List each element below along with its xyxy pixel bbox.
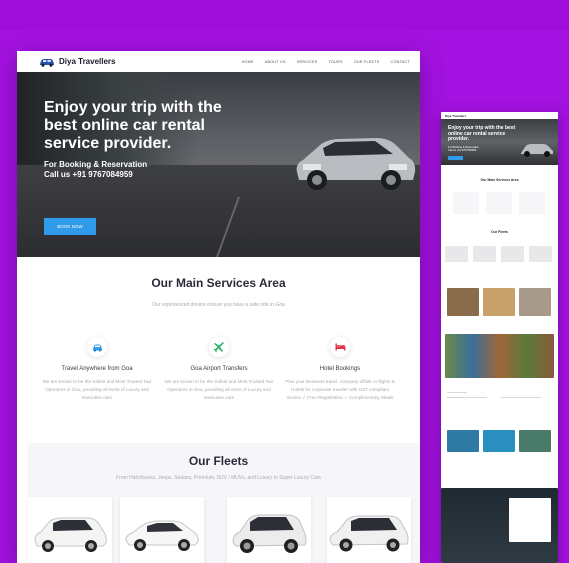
side-places-gallery — [445, 334, 554, 378]
services-title: Our Main Services Area — [151, 276, 286, 290]
side-service-card — [453, 192, 479, 214]
side-brand-name: Diya Travellers — [445, 113, 467, 118]
side-fleet-card — [501, 246, 524, 262]
side-fleets-title: Our Fleets — [491, 230, 508, 234]
bed-icon — [330, 337, 350, 357]
fleets-title: Our Fleets — [188, 454, 249, 468]
hero-banner: Enjoy your trip with the best online car… — [17, 72, 420, 257]
book-now-button[interactable]: BOOK NOW — [44, 218, 96, 235]
service-name: Travel Anywhere from Goa — [61, 366, 133, 372]
brand-logo[interactable]: Diya Travellers — [39, 57, 115, 67]
side-fleet-card — [473, 246, 496, 262]
fleet-card-ecosport[interactable] — [227, 497, 311, 563]
website-preview: Diya Travellers HOME ABOUT US SERVICES T… — [17, 51, 420, 563]
side-tour-photo — [447, 430, 479, 452]
side-hero-contact: For Booking & Reservation Call us +91 97… — [448, 146, 479, 152]
car-icon — [87, 337, 107, 357]
hero-headline: Enjoy your trip with the best online car… — [44, 99, 222, 152]
menu-contact[interactable]: CONTACT — [391, 60, 410, 64]
top-nav: Diya Travellers HOME ABOUT US SERVICES T… — [17, 51, 420, 72]
side-book-button[interactable] — [448, 156, 463, 160]
hero-contact: For Booking & Reservation Call us +91 97… — [44, 160, 147, 180]
side-fleet-card — [529, 246, 552, 262]
menu-home[interactable]: HOME — [242, 60, 254, 64]
background-top-strip — [0, 0, 569, 30]
menu-tours[interactable]: TOURS — [328, 60, 342, 64]
side-hero-car — [521, 144, 553, 157]
side-service-card — [486, 192, 512, 214]
side-hotel-photo — [519, 288, 551, 316]
fleets-subtitle: From Hatchbacks, Jeeps, Sedans, Premium,… — [116, 475, 321, 481]
side-tour-photo — [519, 430, 551, 452]
service-desc: We are known to be the Safest and Most T… — [42, 379, 152, 400]
fleet-card-tigor[interactable] — [120, 497, 204, 563]
service-card-hotel[interactable]: Hotel Bookings Plan your Business travel… — [285, 337, 395, 402]
suv-car-image — [232, 514, 307, 553]
side-tour-photo — [483, 430, 515, 452]
airplane-icon — [209, 337, 229, 357]
side-phone-line: Call us +91 9767084959 — [448, 149, 477, 152]
menu-fleets[interactable]: OUR FLEETS — [354, 60, 380, 64]
fleet-card-innova[interactable] — [327, 497, 411, 563]
services-subtitle: Our experienced drivers ensure you have … — [152, 302, 285, 308]
full-page-preview: Diya Travellers Enjoy your trip with the… — [441, 112, 558, 563]
phone-line[interactable]: Call us +91 9767084959 — [44, 170, 147, 180]
fleet-card-ertiga[interactable] — [28, 497, 112, 563]
side-hotel-photo — [483, 288, 515, 316]
mpv-car-image — [34, 517, 107, 552]
hero-car-image — [296, 138, 416, 190]
menu-services[interactable]: SERVICES — [297, 60, 318, 64]
side-nav: Diya Travellers — [441, 112, 558, 119]
booking-line: For Booking & Reservation — [44, 160, 148, 169]
side-contact-form — [509, 498, 551, 542]
side-text-line — [501, 397, 541, 398]
innova-car-image — [329, 515, 409, 552]
sedan-car-image — [125, 520, 199, 551]
service-card-airport[interactable]: Goa Airport Transfers We are known to be… — [164, 337, 274, 402]
side-text-line — [447, 392, 467, 393]
main-menu: HOME ABOUT US SERVICES TOURS OUR FLEETS … — [242, 60, 410, 64]
car-logo-icon — [39, 57, 55, 67]
menu-about[interactable]: ABOUT US — [265, 60, 286, 64]
side-text-line — [447, 397, 487, 398]
service-desc: We are known to be the Safest and Most T… — [164, 379, 274, 400]
side-service-card — [519, 192, 545, 214]
service-desc: Plan your Business travel, company offsi… — [285, 379, 395, 400]
side-hero: Enjoy your trip with the best online car… — [441, 119, 558, 165]
service-name: Goa Airport Transfers — [190, 366, 248, 372]
side-hero-headline: Enjoy your trip with the best online car… — [448, 125, 516, 143]
service-card-travel[interactable]: Travel Anywhere from Goa We are known to… — [42, 337, 152, 402]
side-fleet-card — [445, 246, 468, 262]
side-services-title: Our Main Services Area — [480, 178, 519, 182]
service-name: Hotel Bookings — [319, 366, 361, 372]
side-hotel-photo — [447, 288, 479, 316]
brand-name: Diya Travellers — [59, 57, 116, 66]
